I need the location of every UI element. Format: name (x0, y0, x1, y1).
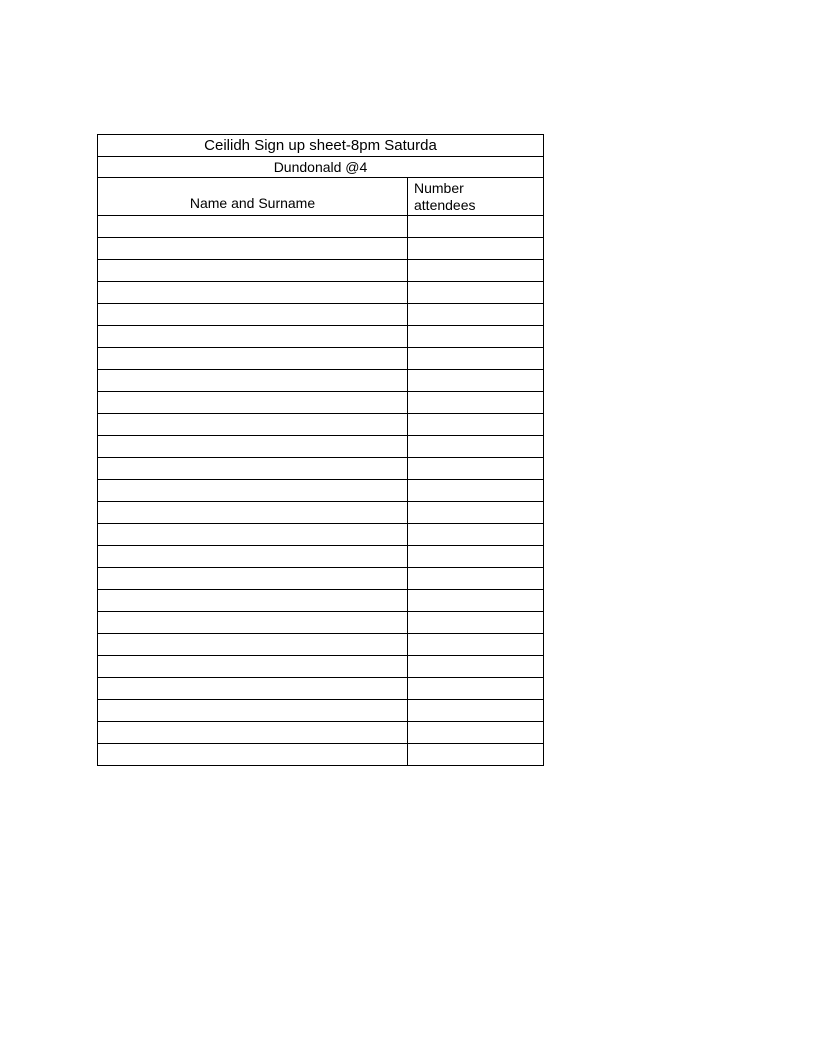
cell-number (408, 480, 543, 501)
cell-number (408, 216, 543, 237)
data-row (98, 590, 543, 612)
cell-name (98, 744, 408, 765)
cell-name (98, 568, 408, 589)
cell-number (408, 436, 543, 457)
data-row (98, 480, 543, 502)
column-header-number: Number attendees (408, 178, 543, 215)
cell-name (98, 700, 408, 721)
data-row (98, 282, 543, 304)
data-row (98, 348, 543, 370)
cell-name (98, 546, 408, 567)
cell-name (98, 656, 408, 677)
cell-name (98, 502, 408, 523)
data-row (98, 524, 543, 546)
sheet-subtitle: Dundonald @4 (98, 157, 543, 178)
data-row (98, 568, 543, 590)
cell-number (408, 304, 543, 325)
data-row (98, 656, 543, 678)
column-header-name: Name and Surname (98, 178, 408, 215)
cell-number (408, 568, 543, 589)
cell-number (408, 612, 543, 633)
cell-number (408, 282, 543, 303)
cell-number (408, 458, 543, 479)
cell-name (98, 348, 408, 369)
cell-name (98, 414, 408, 435)
cell-number (408, 700, 543, 721)
data-row (98, 634, 543, 656)
data-row (98, 458, 543, 480)
cell-number (408, 260, 543, 281)
cell-number (408, 414, 543, 435)
cell-name (98, 612, 408, 633)
cell-number (408, 392, 543, 413)
data-row (98, 722, 543, 744)
cell-name (98, 282, 408, 303)
data-row (98, 546, 543, 568)
data-row (98, 392, 543, 414)
cell-number (408, 590, 543, 611)
signup-sheet: Ceilidh Sign up sheet-8pm Saturda Dundon… (97, 134, 544, 766)
cell-number (408, 656, 543, 677)
cell-name (98, 216, 408, 237)
cell-name (98, 436, 408, 457)
data-row (98, 700, 543, 722)
data-row (98, 436, 543, 458)
cell-name (98, 326, 408, 347)
column-header-number-line2: attendees (414, 197, 543, 213)
data-row (98, 414, 543, 436)
cell-name (98, 260, 408, 281)
cell-number (408, 502, 543, 523)
cell-name (98, 524, 408, 545)
data-row (98, 744, 543, 766)
cell-name (98, 678, 408, 699)
cell-number (408, 678, 543, 699)
cell-name (98, 590, 408, 611)
cell-number (408, 722, 543, 743)
data-row (98, 326, 543, 348)
cell-name (98, 304, 408, 325)
cell-number (408, 546, 543, 567)
cell-number (408, 238, 543, 259)
cell-name (98, 238, 408, 259)
data-row (98, 216, 543, 238)
column-header-number-line1: Number (414, 180, 543, 196)
data-row (98, 612, 543, 634)
data-row (98, 502, 543, 524)
header-row: Name and Surname Number attendees (98, 178, 543, 216)
cell-number (408, 370, 543, 391)
cell-number (408, 744, 543, 765)
data-row (98, 370, 543, 392)
data-row (98, 304, 543, 326)
cell-name (98, 458, 408, 479)
cell-name (98, 480, 408, 501)
cell-number (408, 634, 543, 655)
cell-number (408, 348, 543, 369)
data-row (98, 260, 543, 282)
cell-number (408, 524, 543, 545)
data-row (98, 238, 543, 260)
cell-name (98, 634, 408, 655)
cell-name (98, 370, 408, 391)
cell-name (98, 722, 408, 743)
data-row (98, 678, 543, 700)
cell-number (408, 326, 543, 347)
cell-name (98, 392, 408, 413)
sheet-title: Ceilidh Sign up sheet-8pm Saturda (98, 135, 543, 157)
